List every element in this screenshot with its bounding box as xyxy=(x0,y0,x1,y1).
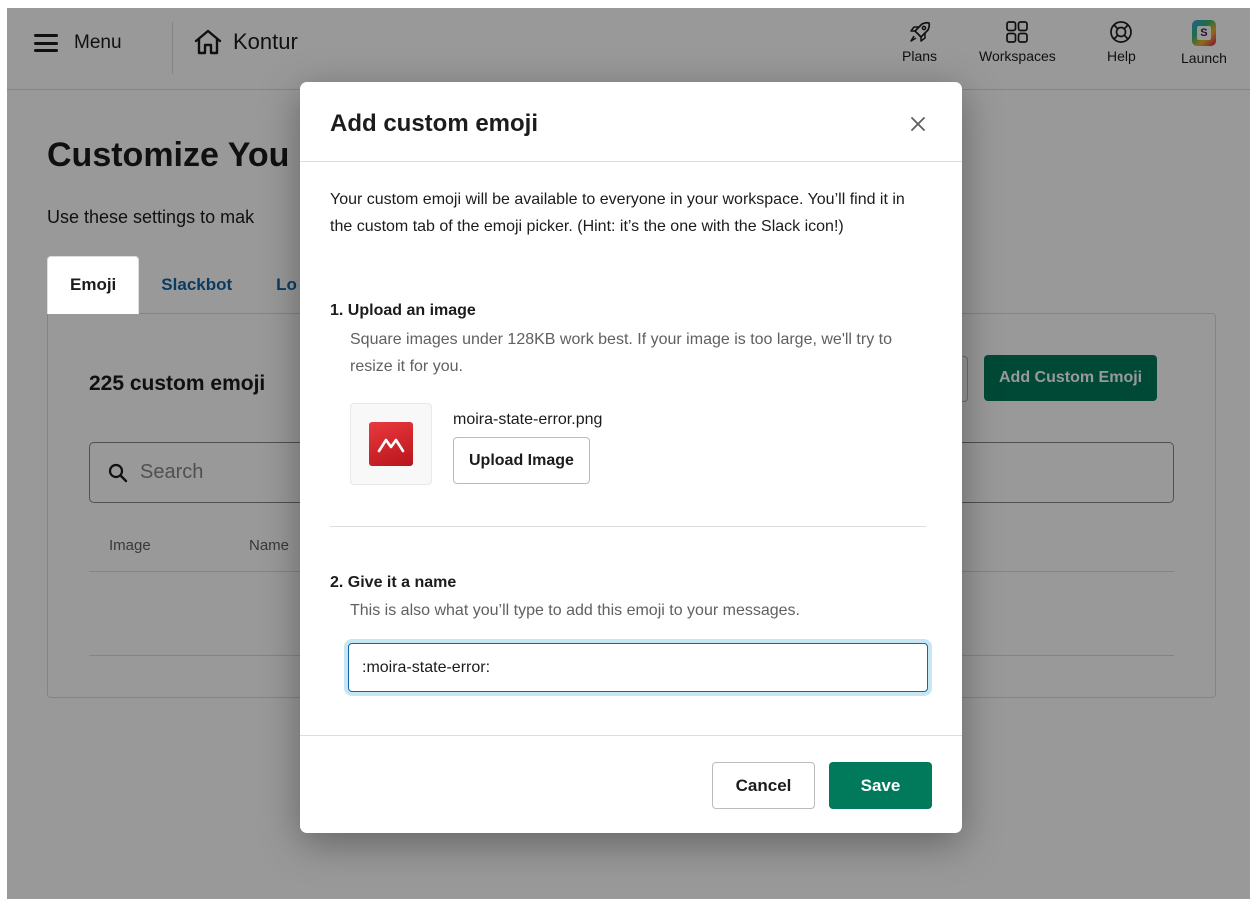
close-icon xyxy=(911,117,925,131)
moira-logo-icon xyxy=(369,422,413,466)
close-button[interactable] xyxy=(900,106,936,142)
emoji-image-preview xyxy=(350,403,432,485)
step-name-title: 2. Give it a name xyxy=(330,574,457,591)
upload-image-button[interactable]: Upload Image xyxy=(453,437,590,484)
dialog-header: Add custom emoji xyxy=(300,82,962,162)
step-name-hint: This is also what you’ll type to add thi… xyxy=(350,602,800,619)
dialog-title: Add custom emoji xyxy=(330,110,539,137)
step-upload-hint: Square images under 128KB work best. If … xyxy=(350,331,892,375)
step-upload-title: 1. Upload an image xyxy=(330,302,476,319)
emoji-name-input[interactable] xyxy=(348,643,928,692)
cancel-button[interactable]: Cancel xyxy=(712,762,815,809)
uploaded-file-name: moira-state-error.png xyxy=(453,411,603,428)
dialog-footer: Cancel Save xyxy=(300,735,962,833)
add-custom-emoji-dialog: Add custom emoji Your custom emoji will … xyxy=(300,82,962,833)
section-divider xyxy=(330,526,926,527)
tab-emoji[interactable]: Emoji xyxy=(47,256,140,314)
save-button[interactable]: Save xyxy=(829,762,932,809)
dialog-intro-text: Your custom emoji will be available to e… xyxy=(330,191,905,235)
